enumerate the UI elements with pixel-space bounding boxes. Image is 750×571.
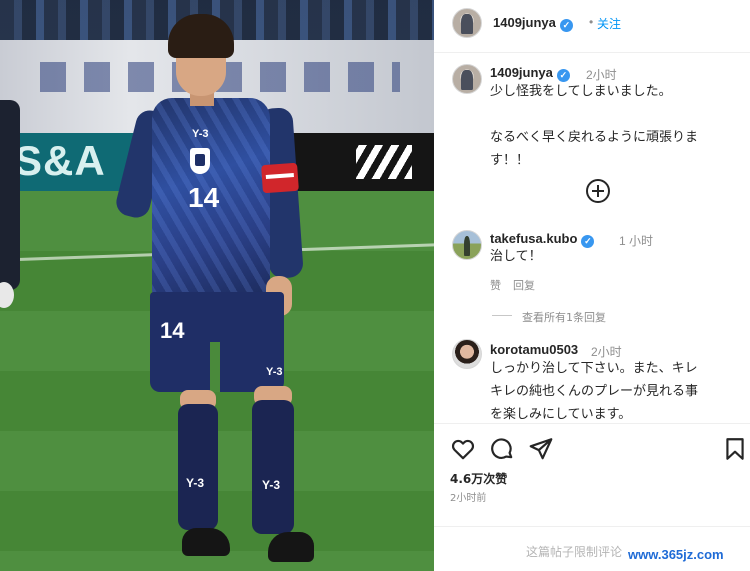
view-replies-link[interactable]: 查看所有1条回复 (522, 309, 606, 325)
caption-text: 少し怪我をしてしまいました。 なるべく早く戻れるように頑張りま す！！ (490, 84, 699, 168)
comment-time: 1 小时 (619, 234, 654, 248)
verified-badge-icon: ✓ (559, 19, 573, 32)
comment-icon[interactable] (489, 436, 515, 462)
comment-text: 治して！ (490, 249, 542, 264)
comments-limited-note: 这篇帖子限制评论 (526, 545, 623, 559)
post-photo[interactable]: S&A Y-3 14 14 Y-3 Y-3 Y-3 (0, 0, 434, 571)
team-crest (190, 148, 210, 174)
header-username[interactable]: 1409junya ✓ (493, 15, 573, 32)
post-panel: 1409junya ✓ • 关注 1409junya ✓ 2小时 少し怪我をしてしま… (434, 0, 750, 571)
site-watermark: www.365jz.com (628, 547, 724, 562)
load-more-comments-icon[interactable] (586, 179, 610, 203)
likes-count[interactable]: 4.6万次赞 (450, 470, 507, 487)
sock-brand-right: Y-3 (262, 478, 281, 492)
comment-avatar[interactable] (452, 339, 482, 369)
verified-badge-icon: ✓ (581, 235, 595, 248)
kit-brand-chest: Y-3 (192, 128, 209, 140)
shirt-number: 14 (188, 182, 220, 213)
caption-avatar[interactable] (452, 64, 482, 94)
post-timestamp: 2小时前 (450, 493, 487, 504)
heart-icon[interactable] (450, 436, 476, 462)
header-avatar[interactable] (452, 8, 482, 38)
kit-brand-shorts: Y-3 (266, 366, 283, 378)
follow-button[interactable]: 关注 (597, 15, 621, 32)
bookmark-icon[interactable] (722, 436, 748, 462)
comment-reply-link[interactable]: 回复 (513, 277, 535, 293)
captain-armband (261, 162, 299, 194)
player-figure: Y-3 14 14 Y-3 Y-3 Y-3 (0, 0, 434, 571)
comment-text: しっかり治して下さい。また、キレ キレの純也くんのプレーが見れる事 を楽しみにし… (490, 361, 699, 422)
comment-like-link[interactable]: 赞 (490, 277, 501, 293)
share-icon[interactable] (528, 436, 554, 462)
shorts-number: 14 (160, 318, 185, 343)
comment-avatar[interactable] (452, 230, 482, 260)
comment-username[interactable]: korotamu0503 (490, 342, 578, 357)
sock-brand-left: Y-3 (186, 476, 205, 490)
